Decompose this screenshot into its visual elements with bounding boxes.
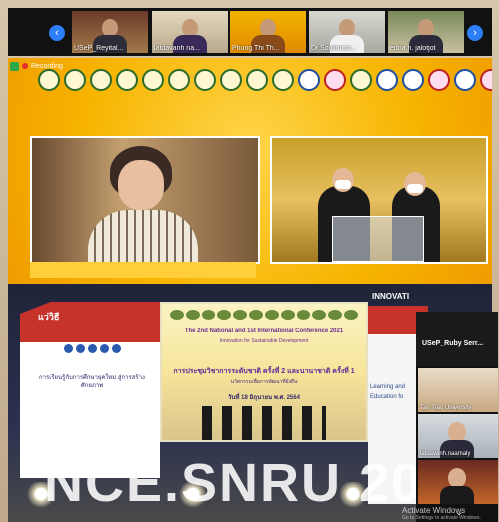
previous-page-arrow-icon[interactable]: ‹: [49, 25, 65, 41]
screen-subtitle: Innovation for Sustainable Development: [219, 338, 309, 344]
participant-face: [448, 422, 466, 442]
screen-title: The 2nd National and 1st International C…: [184, 328, 344, 334]
speaker-video-left: [30, 136, 260, 264]
participant-face: [448, 468, 466, 488]
participant-name: Tan Trao University: [420, 405, 472, 411]
participant-name: USeP_Reyital...: [74, 45, 124, 52]
host-left-mask: [335, 180, 351, 189]
stage-dancers: [202, 406, 326, 440]
participant-name: Phung Thi Th...: [232, 45, 280, 52]
institution-logo-icon: [168, 69, 190, 91]
institution-logo-icon: [246, 69, 268, 91]
right-banner-heading: INNOVATI: [372, 292, 410, 301]
participant-tile[interactable]: edna n. jalotjot: [388, 11, 464, 53]
screen-logo-icon: [328, 310, 343, 320]
institution-logo-icon: [350, 69, 372, 91]
institution-logo-icon: [480, 69, 492, 91]
institution-logo-icon: [298, 69, 320, 91]
projection-screen: The 2nd National and 1st International C…: [160, 302, 368, 442]
institution-logo-icon: [38, 69, 60, 91]
screen-logo-icon: [233, 310, 248, 320]
speaker-face: [118, 160, 164, 210]
screen-banner: [30, 262, 256, 278]
left-banner-text: การเรียนรู้กับการศึกษายุคใหม่ สู่การสร้า…: [39, 375, 145, 389]
institution-logo-icon: [90, 69, 112, 91]
active-speaker-name: USeP_Ruby Serr...: [422, 340, 484, 347]
participant-tile[interactable]: Phung Thi Th...: [230, 11, 306, 53]
banner-logo-icon: [87, 344, 97, 353]
next-page-arrow-icon[interactable]: ›: [467, 25, 483, 41]
screen-logo-icon: [296, 310, 311, 320]
recording-dot-icon: [22, 63, 28, 69]
participant-tile[interactable]: latdavanh na...: [152, 11, 228, 53]
participant-name: latdavanh na...: [154, 45, 200, 52]
podium: [332, 216, 424, 262]
screen-logo-icon: [185, 310, 200, 320]
screen-thai-title: การประชุมวิชาการระดับชาติ ครั้งที่ 2 และ…: [173, 368, 355, 375]
shared-screen: Recording: [8, 58, 492, 284]
institution-logo-icon: [220, 69, 242, 91]
banner-logo-icon: [63, 344, 73, 353]
screen-logo-icon: [249, 310, 263, 320]
screen-logo-icon: [201, 310, 216, 320]
institution-logo-icon: [376, 69, 398, 91]
side-participant-tile[interactable]: Tan Trao University: [418, 368, 498, 412]
screen-logo-icon: [264, 310, 279, 320]
speaker-body: [88, 210, 198, 262]
participant-body: [440, 486, 474, 504]
screen-thai-subtitle: นวัตกรรมเพื่อการพัฒนาที่ยั่งยืน: [230, 379, 298, 385]
participant-name: edna n. jalotjot: [390, 45, 436, 52]
activate-windows-subtitle: Go to Settings to activate Windows.: [402, 515, 481, 521]
institution-logo-icon: [64, 69, 86, 91]
screen-logo-icon: [217, 310, 232, 320]
security-shield-icon: [10, 61, 19, 71]
host-right-mask: [407, 184, 423, 193]
right-banner-line: Learning and: [370, 384, 406, 390]
institution-logo-icon: [402, 69, 424, 91]
institution-logo-icon: [324, 69, 346, 91]
side-participant-panel: USeP_Ruby Serr... Tan Trao University la…: [416, 312, 498, 522]
left-banner-logos: [28, 344, 156, 354]
side-participant-tile[interactable]: latdavanh.naamaly: [418, 414, 498, 458]
screen-date: วันที่ 18 มิถุนายน พ.ศ. 2564: [228, 395, 300, 401]
institution-logo-icon: [428, 69, 450, 91]
speaker-video-right: [270, 136, 488, 264]
screen-logo-icon: [170, 310, 184, 320]
participant-name: latdavanh.naamaly: [420, 451, 471, 457]
participant-name: Dr.Soulinhon...: [311, 45, 357, 52]
institution-logo-icon: [142, 69, 164, 91]
banner-logo-icon: [75, 344, 85, 353]
screen-logo-icon: [312, 310, 327, 320]
institution-logo-icon: [116, 69, 138, 91]
banner-logo-icon: [111, 344, 121, 353]
active-speaker-tile[interactable]: USeP_Ruby Serr...: [416, 312, 498, 366]
institution-logo-icon: [194, 69, 216, 91]
right-banner-line: Education fo: [370, 394, 404, 400]
participant-strip: ‹ USeP_Reyital... latdavanh na... Phung …: [8, 8, 492, 56]
institution-logo-icon: [272, 69, 294, 91]
institution-logo-icon: [454, 69, 476, 91]
participant-tile[interactable]: USeP_Reyital...: [72, 11, 148, 53]
left-banner-heading: แว่วิธี: [38, 312, 60, 322]
activate-windows-title: Activate Windows: [402, 506, 466, 515]
participant-tile[interactable]: Dr.Soulinhon...: [309, 11, 385, 53]
banner-logo-icon: [99, 344, 109, 353]
side-participant-tile[interactable]: [418, 460, 498, 504]
screen-logos: [170, 310, 358, 322]
institution-logos: [38, 68, 492, 92]
stage-floor-text: NCE.SNRU 20: [44, 453, 424, 513]
screen-logo-icon: [280, 310, 295, 320]
screen-logo-icon: [344, 310, 358, 320]
